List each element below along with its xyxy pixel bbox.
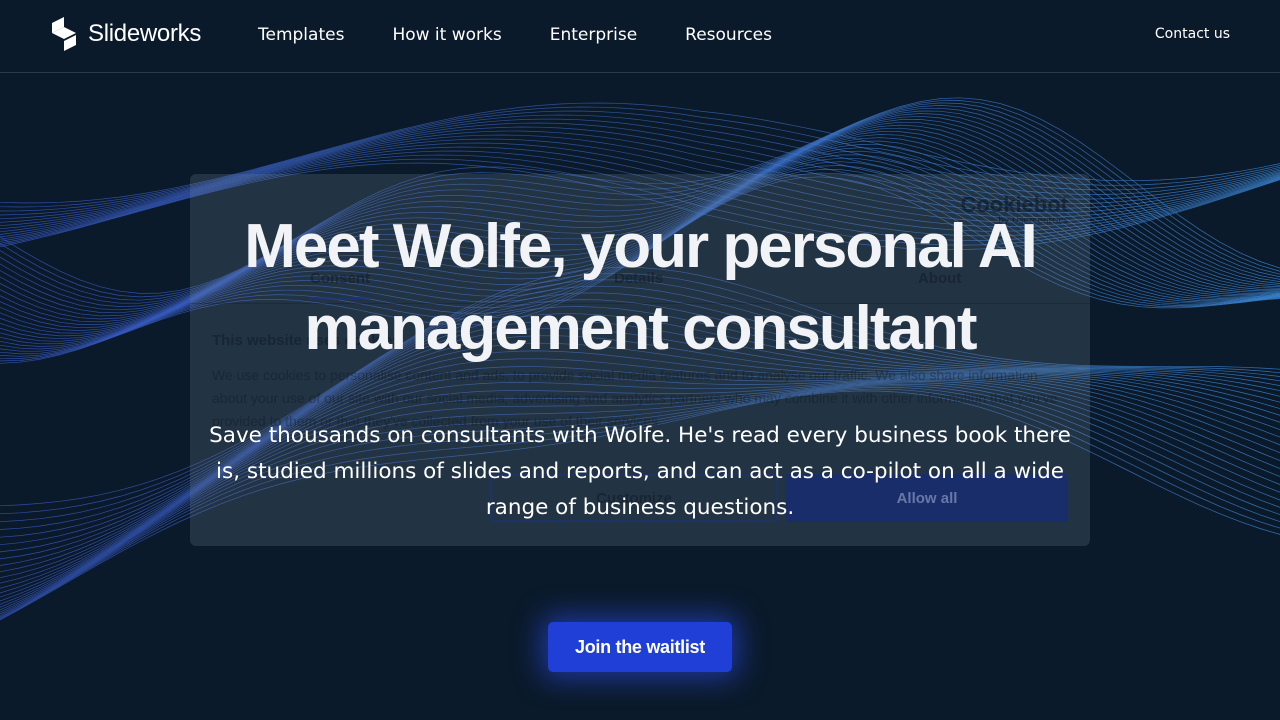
hero-subtitle: Save thousands on consultants with Wolfe… [209, 423, 1071, 520]
nav-how-it-works[interactable]: How it works [392, 24, 501, 46]
main-nav: Templates How it works Enterprise Resour… [258, 24, 820, 46]
brand-logo[interactable]: Slideworks [50, 17, 201, 51]
join-waitlist-button[interactable]: Join the waitlist [548, 622, 732, 672]
brand-name: Slideworks [88, 20, 202, 47]
nav-resources[interactable]: Resources [685, 24, 772, 46]
site-header: Slideworks Templates How it works Enterp… [0, 0, 1280, 73]
hero-title-line-1: Meet Wolfe, your personal AI [244, 212, 1037, 281]
nav-templates[interactable]: Templates [258, 24, 344, 46]
hero-title: Meet Wolfe, your personal AI management … [140, 206, 1140, 370]
contact-us-link[interactable]: Contact us [1155, 26, 1230, 42]
nav-enterprise[interactable]: Enterprise [550, 24, 637, 46]
slideworks-logo-icon [52, 17, 76, 51]
hero-title-line-2: management consultant [304, 294, 977, 363]
